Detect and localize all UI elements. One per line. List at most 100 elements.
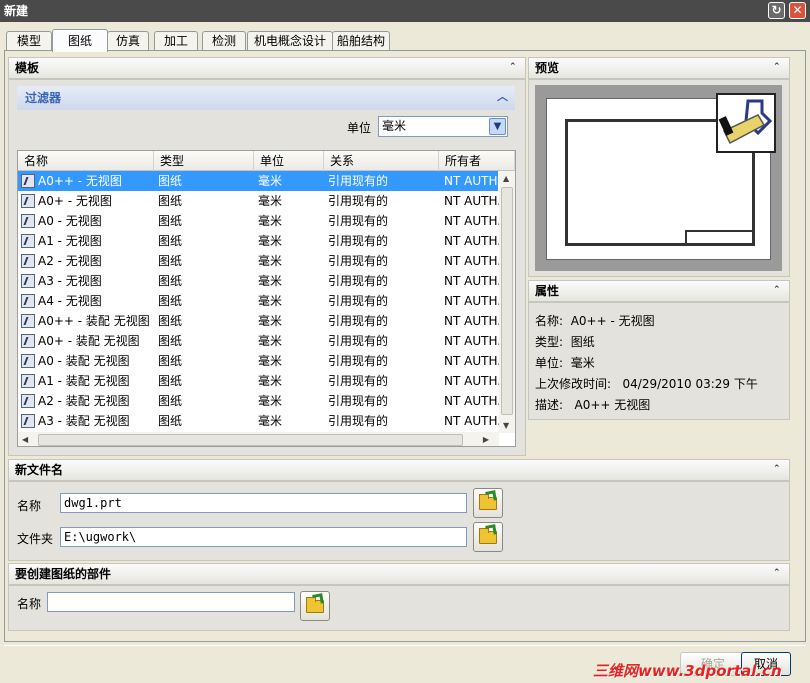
unit-dropdown[interactable]: 毫米 ▼ — [378, 116, 508, 137]
scroll-right-icon[interactable]: ▶ — [483, 435, 489, 444]
table-row[interactable]: A4 - 无视图 图纸 毫米 引用现有的 NT AUTH... — [18, 291, 500, 311]
column-header-type[interactable]: 类型 — [154, 151, 254, 171]
cell-relation: 引用现有的 — [328, 234, 389, 248]
vertical-scrollbar[interactable]: ▲ ▼ — [499, 171, 515, 433]
tab-manufacturing[interactable]: 加工 — [154, 31, 198, 51]
table-row[interactable]: A0 - 装配 无视图 图纸 毫米 引用现有的 NT AUTH... — [18, 351, 500, 371]
preview-section-header[interactable]: 预览 ⌃ — [528, 57, 790, 79]
table-row[interactable]: A3 - 无视图 图纸 毫米 引用现有的 NT AUTH... — [18, 271, 500, 291]
horizontal-scrollbar[interactable]: ◀ ▶ — [18, 432, 499, 446]
cell-type: 图纸 — [158, 194, 183, 208]
property-value: A0++ - 无视图 — [570, 314, 655, 328]
browse-folder-button[interactable] — [473, 522, 503, 552]
property-value: 图纸 — [570, 335, 595, 349]
template-section-header[interactable]: 模板 ⌃ — [8, 57, 526, 79]
cell-owner: NT AUTH... — [444, 314, 500, 328]
collapse-icon[interactable]: ⌃ — [773, 464, 785, 474]
column-header-name[interactable]: 名称 — [18, 151, 154, 171]
help-icon[interactable]: ↻ — [768, 2, 785, 19]
drawing-template-icon — [21, 214, 35, 228]
property-value: A0++ 无视图 — [574, 398, 651, 412]
preview-image — [535, 85, 782, 271]
tab-mechatronics[interactable]: 机电概念设计 — [247, 31, 333, 51]
column-header-owner[interactable]: 所有者 — [439, 151, 515, 171]
collapse-icon[interactable]: ⌃ — [773, 62, 785, 72]
table-row[interactable]: A2 - 装配 无视图 图纸 毫米 引用现有的 NT AUTH... — [18, 391, 500, 411]
property-label: 名称: — [535, 314, 564, 328]
properties-header-label: 属性 — [535, 284, 560, 298]
cell-relation: 引用现有的 — [328, 334, 389, 348]
scroll-thumb[interactable] — [38, 434, 463, 446]
drafting-icon — [716, 93, 776, 153]
scroll-left-icon[interactable]: ◀ — [22, 435, 28, 444]
cell-type: 图纸 — [158, 394, 183, 408]
collapse-icon[interactable]: ⌃ — [773, 568, 785, 578]
cell-name: A0+ - 无视图 — [38, 194, 112, 208]
scroll-up-icon[interactable]: ▲ — [503, 174, 509, 183]
cell-type: 图纸 — [158, 214, 183, 228]
browse-name-button[interactable] — [473, 488, 503, 518]
drawing-template-icon — [21, 394, 35, 408]
property-name: 名称: A0++ - 无视图 — [535, 312, 655, 329]
template-header-label: 模板 — [15, 61, 40, 75]
column-header-relation[interactable]: 关系 — [324, 151, 439, 171]
scroll-thumb[interactable] — [501, 187, 513, 415]
browse-part-button[interactable] — [300, 591, 330, 621]
watermark: 三维网www.3dportal.cn — [593, 662, 782, 680]
properties-section-header[interactable]: 属性 ⌃ — [528, 280, 790, 302]
collapse-icon[interactable]: ⌃ — [509, 62, 521, 72]
cell-type: 图纸 — [158, 294, 183, 308]
table-row[interactable]: A2 - 无视图 图纸 毫米 引用现有的 NT AUTH... — [18, 251, 500, 271]
property-label: 描述: — [535, 398, 564, 412]
folder-input[interactable]: E:\ugwork\ — [60, 527, 467, 547]
chevron-down-icon[interactable]: ▼ — [489, 118, 506, 135]
file-name-input[interactable]: dwg1.prt — [60, 493, 467, 513]
table-row[interactable]: A1 - 装配 无视图 图纸 毫米 引用现有的 NT AUTH... — [18, 371, 500, 391]
collapse-icon[interactable]: ︿ — [497, 91, 509, 102]
new-file-header-label: 新文件名 — [15, 463, 64, 477]
part-name-input[interactable] — [47, 592, 295, 612]
cell-name: A0 - 无视图 — [38, 214, 102, 228]
cell-owner: NT AUTH... — [444, 234, 500, 248]
cell-unit: 毫米 — [258, 294, 283, 308]
new-file-section-header[interactable]: 新文件名 ⌃ — [8, 459, 790, 481]
tab-ship-structure[interactable]: 船舶结构 — [332, 31, 390, 51]
table-row[interactable]: A0 - 无视图 图纸 毫米 引用现有的 NT AUTH... — [18, 211, 500, 231]
drawing-template-icon — [21, 374, 35, 388]
preview-header-label: 预览 — [535, 61, 560, 75]
drawing-template-icon — [21, 334, 35, 348]
table-row[interactable]: A0+ - 装配 无视图 图纸 毫米 引用现有的 NT AUTH... — [18, 331, 500, 351]
cell-unit: 毫米 — [258, 314, 283, 328]
arrow-icon — [485, 490, 497, 502]
tab-drawing[interactable]: 图纸 — [52, 29, 108, 52]
cell-unit: 毫米 — [258, 174, 283, 188]
part-section-header[interactable]: 要创建图纸的部件 ⌃ — [8, 563, 790, 585]
filter-header[interactable]: 过滤器 ︿ — [17, 86, 515, 110]
cell-name: A0+ - 装配 无视图 — [38, 334, 140, 348]
scroll-down-icon[interactable]: ▼ — [503, 421, 509, 430]
table-row[interactable]: A0+ - 无视图 图纸 毫米 引用现有的 NT AUTH... — [18, 191, 500, 211]
table-row[interactable]: A3 - 装配 无视图 图纸 毫米 引用现有的 NT AUTH... — [18, 411, 500, 431]
property-modified: 上次修改时间: 04/29/2010 03:29 下午 — [535, 375, 758, 392]
tab-model[interactable]: 模型 — [6, 31, 52, 51]
column-header-unit[interactable]: 单位 — [254, 151, 324, 171]
cell-relation: 引用现有的 — [328, 354, 389, 368]
cell-owner: NT AUTH... — [444, 214, 500, 228]
close-icon[interactable]: ✕ — [789, 2, 806, 19]
tab-inspection[interactable]: 检测 — [202, 31, 246, 51]
table-row[interactable]: A0++ - 装配 无视图图纸 毫米 引用现有的 NT AUTH... — [18, 311, 500, 331]
filter-header-label: 过滤器 — [25, 91, 62, 105]
table-row[interactable]: A0++ - 无视图 图纸 毫米 引用现有的 NT AUTH... — [18, 171, 500, 191]
collapse-icon[interactable]: ⌃ — [773, 285, 785, 295]
cell-name: A2 - 无视图 — [38, 254, 102, 268]
cell-relation: 引用现有的 — [328, 274, 389, 288]
drawing-template-icon — [21, 294, 35, 308]
table-header: 名称 类型 单位 关系 所有者 — [18, 151, 515, 171]
property-value: 04/29/2010 03:29 下午 — [622, 377, 758, 391]
drawing-template-icon — [21, 174, 35, 188]
table-row[interactable]: A1 - 无视图 图纸 毫米 引用现有的 NT AUTH... — [18, 231, 500, 251]
cell-name: A0++ - 无视图 — [38, 174, 122, 188]
cell-owner: NT AUTH... — [444, 254, 500, 268]
cell-type: 图纸 — [158, 274, 183, 288]
tab-simulation[interactable]: 仿真 — [107, 31, 149, 51]
